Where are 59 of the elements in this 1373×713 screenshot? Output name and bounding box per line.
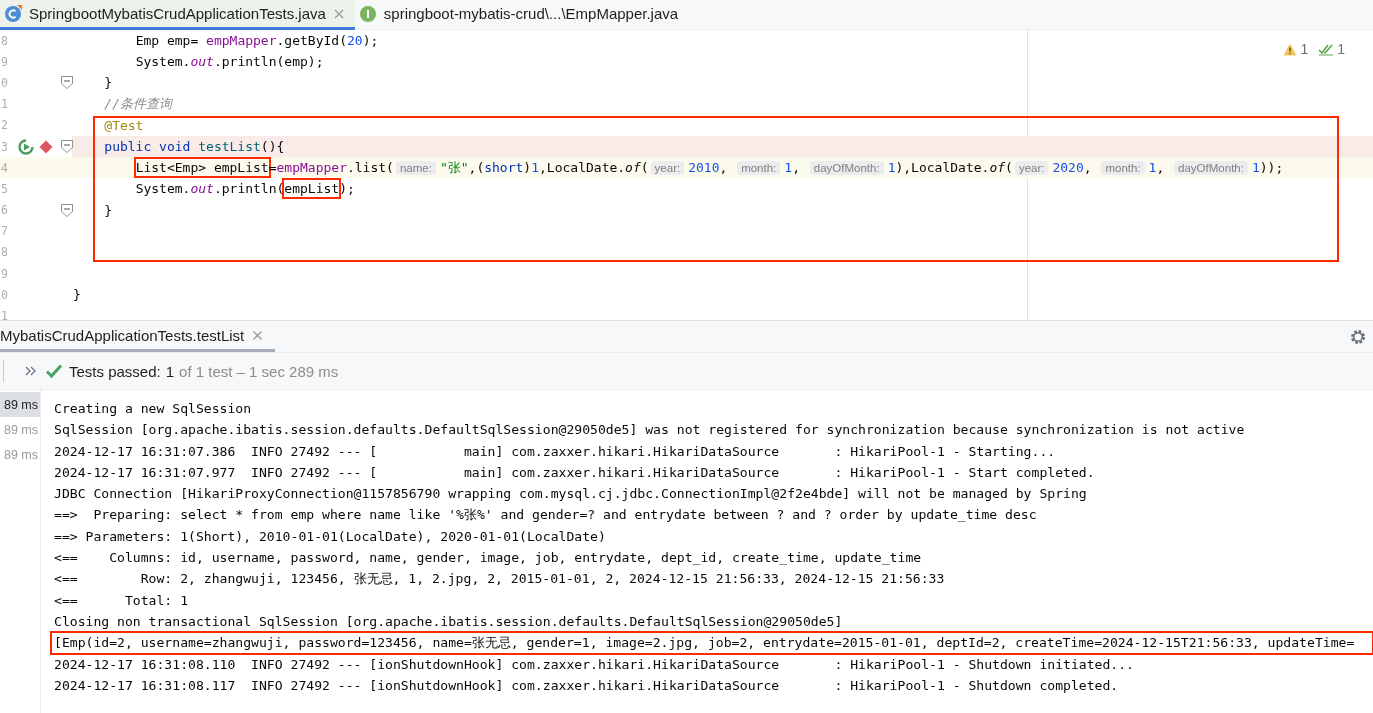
- line-number: 4: [0, 160, 9, 175]
- line-number: 6: [0, 203, 9, 218]
- breakpoint-icon[interactable]: [39, 139, 53, 154]
- line-number: 9: [0, 266, 9, 281]
- code-line: }: [73, 287, 81, 303]
- line-number: 7: [0, 224, 9, 239]
- console-line: <== Columns: id, username, password, name, gender, image, job, entrydate, dept_id, create_time, update_time: [54, 549, 923, 568]
- code-line: Emp emp= empMapper.getById(20);: [134, 33, 379, 49]
- double-check-icon: [1318, 42, 1335, 56]
- code-line: }: [103, 75, 113, 91]
- file-tab[interactable]: SpringbootMybatisCrudApplicationTests.java: [0, 0, 355, 30]
- fold-icon[interactable]: [61, 76, 73, 90]
- line-number: 5: [0, 181, 9, 196]
- close-icon: [252, 329, 264, 341]
- console-line: 2024-12-17 16:31:07.977 INFO 27492 --- [ main] com.zaxxer.hikari.HikariDataSource : HikariPool-1 - Start completed.: [54, 463, 1096, 482]
- class-icon: [4, 4, 22, 23]
- interface-icon: [358, 4, 377, 23]
- console-line: 2024-12-17 16:31:08.117 INFO 27492 --- [ionShutdownHook] com.zaxxer.hikari.HikariDataSource : HikariPool-1 - Shutdown completed.: [54, 676, 1120, 695]
- status-label: Tests passed:: [69, 362, 161, 380]
- console-line: 2024-12-17 16:31:08.110 INFO 27492 --- [ionShutdownHook] com.zaxxer.hikari.HikariDataSource : HikariPool-1 - Shutdown initiated...: [54, 655, 1135, 674]
- console-line: <== Row: 2, zhangwuji, 123456, 张无忌, 1, 2.jpg, 2, 2015-01-01, 2, 2024-12-15 21:56:33, 2024-12-15 21:56:33: [54, 570, 946, 589]
- code-line: public void testList(){: [103, 139, 285, 155]
- inspection-count[interactable]: 1: [1300, 41, 1309, 57]
- console-line: Creating a new SqlSession: [54, 400, 253, 418]
- code-line: System.out.println(empList);: [73, 181, 355, 197]
- line-number: 0: [0, 287, 9, 302]
- console-line: [Emp(id=2, username=zhangwuji, password=123456, name=张无忌, gender=1, image=2.jpg, job=2, entrydate=2015-01-01, deptId=2, createTime=2024-12-15T21:56:33, updateTime=: [51, 632, 1373, 654]
- line-number: 2: [0, 118, 9, 133]
- console-line: ==> Preparing: select * from emp where name like '%张%' and gender=? and entrydate between ? and ? order by update_time desc: [54, 506, 1038, 525]
- settings-icon[interactable]: [1349, 327, 1367, 346]
- run-icon: [18, 138, 34, 155]
- code-line: System.out.println(emp);: [134, 54, 324, 70]
- chevrons-icon[interactable]: [25, 366, 37, 376]
- test-duration[interactable]: 89 ms: [0, 392, 40, 417]
- test-summary: of 1 test – 1 sec 289 ms: [179, 362, 339, 380]
- console-line: ==> Parameters: 1(Short), 2010-01-01(LocalDate), 2020-01-01(LocalDate): [54, 527, 607, 546]
- console-line: JDBC Connection [HikariProxyConnection@1157856790 wrapping com.mysql.cj.jdbc.ConnectionImpl@2f2e4bde] will not be managed by Spring: [54, 485, 1088, 504]
- close-icon: [332, 7, 345, 20]
- console-line: <== Total: 1: [54, 591, 189, 610]
- inspection-count[interactable]: 1: [1337, 41, 1345, 57]
- warning-icon: [1283, 42, 1298, 56]
- file-tab[interactable]: springboot-mybatis-crud\...\EmpMapper.java: [354, 0, 689, 30]
- console-line: Closing non transactional SqlSession [org.apache.ibatis.session.defaults.DefaultSqlSession@29050de5]: [54, 612, 844, 631]
- line-number: 8: [0, 245, 9, 260]
- check-icon: [45, 363, 63, 379]
- code-line: @Test: [103, 117, 144, 133]
- line-number: 1: [0, 97, 9, 112]
- passed-count: 1: [165, 362, 175, 380]
- console-line: SqlSession [org.apache.ibatis.session.defaults.DefaultSqlSession@29050de5] was not registered for synchronization because synchronization is not active: [54, 421, 1246, 440]
- line-number: 8: [0, 33, 9, 48]
- line-number: 3: [0, 139, 9, 154]
- line-number: 0: [0, 75, 9, 90]
- code-line: }: [103, 202, 113, 218]
- line-number: 9: [0, 54, 9, 69]
- fold-icon[interactable]: [61, 203, 73, 217]
- line-number: 1: [0, 309, 9, 320]
- console-line: 2024-12-17 16:31:07.386 INFO 27492 --- [ main] com.zaxxer.hikari.HikariDataSource : HikariPool-1 - Starting...: [54, 442, 1057, 461]
- code-line: //条件查询: [103, 95, 172, 114]
- fold-icon[interactable]: [61, 139, 73, 153]
